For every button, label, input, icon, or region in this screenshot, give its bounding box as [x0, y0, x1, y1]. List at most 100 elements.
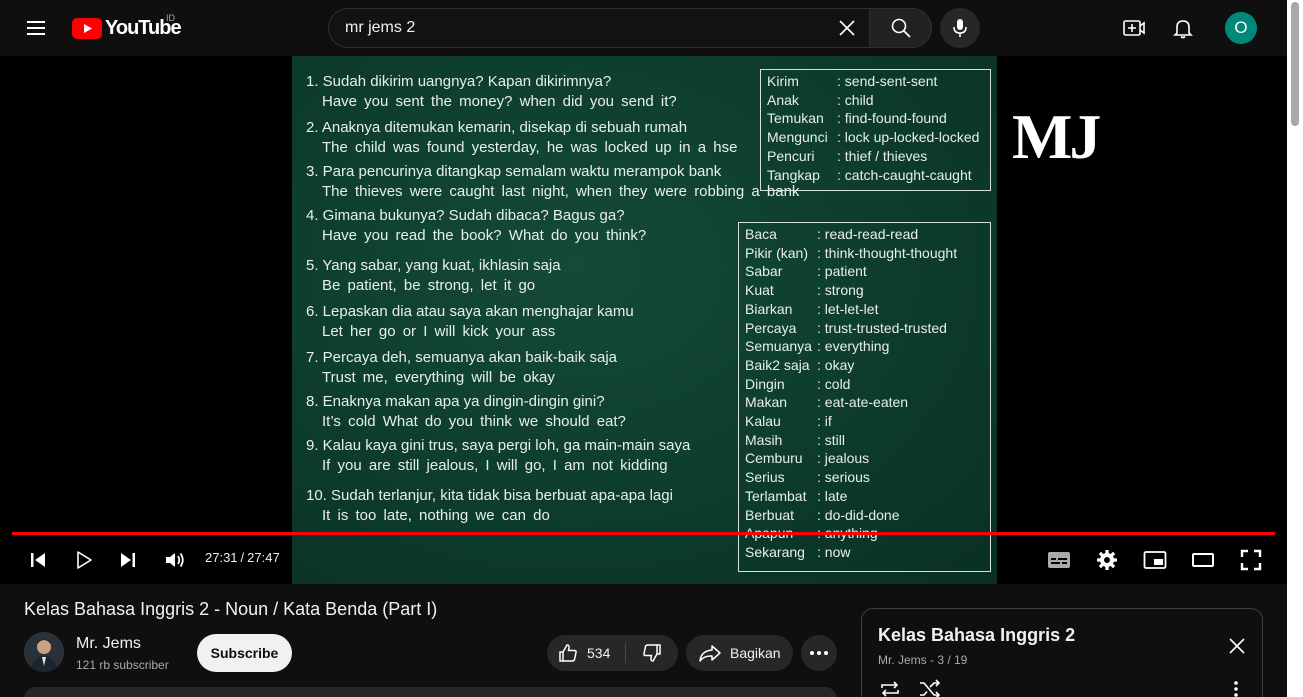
share-label: Bagikan	[730, 645, 781, 661]
miniplayer-icon	[1143, 551, 1167, 569]
sentence-english: If you are still jealous, I will go, I a…	[322, 457, 668, 474]
menu-button[interactable]	[16, 8, 56, 48]
menu-icon	[27, 21, 45, 35]
vocab-meaning: : if	[817, 413, 832, 430]
vocab-row: Baca: read-read-read	[745, 225, 984, 244]
vocab-word: Baca	[745, 226, 777, 242]
bell-icon	[1173, 20, 1193, 39]
vocab-meaning: : think-thought-thought	[817, 244, 958, 261]
sentence-indonesian: 5. Yang sabar, yang kuat, ikhlasin saja	[306, 257, 561, 274]
subtitles-button[interactable]	[1044, 540, 1074, 580]
sentence-english: The child was found yesterday, he was lo…	[322, 139, 738, 156]
settings-button[interactable]	[1092, 540, 1122, 580]
sentence-item: 9. Kalau kaya gini trus, saya pergi loh,…	[306, 436, 756, 476]
mic-icon	[953, 19, 967, 37]
vocab-row: Cemburu: jealous	[745, 449, 984, 468]
playlist-shuffle-button[interactable]	[916, 675, 944, 697]
playlist-more-button[interactable]	[1224, 675, 1248, 697]
miniplayer-button[interactable]	[1140, 540, 1170, 580]
share-button[interactable]: Bagikan	[686, 635, 793, 671]
account-avatar[interactable]: O	[1225, 12, 1257, 44]
previous-button[interactable]	[24, 540, 52, 580]
sentence-english: Have you sent the money? when did you se…	[322, 93, 677, 110]
search-button[interactable]	[869, 8, 932, 48]
time-separator: /	[240, 550, 245, 565]
like-button[interactable]: 534	[547, 635, 625, 671]
vocab-meaning: : thief / thieves	[837, 147, 928, 164]
vocab-row: Pencuri: thief / thieves	[767, 147, 984, 166]
theater-mode-button[interactable]	[1188, 540, 1218, 580]
video-player[interactable]: 1. Sudah dikirim uangnya? Kapan dikirimn…	[0, 56, 1287, 584]
vocab-row: Sabar: patient	[745, 262, 984, 281]
create-button[interactable]	[1114, 8, 1154, 48]
vocab-box-1: Kirim: send-sent-sent Anak: child Temukan:…	[760, 69, 991, 191]
sentence-item: 1. Sudah dikirim uangnya? Kapan dikirimn…	[306, 72, 756, 112]
vocab-row: Tangkap: catch-caught-caught	[767, 166, 984, 185]
subscribe-button[interactable]: Subscribe	[197, 634, 292, 672]
voice-search-button[interactable]	[940, 8, 980, 48]
vocab-word: Serius	[745, 469, 785, 486]
vocab-row: Pikir (kan) : think-thought-thought	[745, 244, 984, 263]
create-icon	[1123, 20, 1145, 36]
vocab-word: Biarkan	[745, 300, 793, 317]
vocab-meaning: : cold	[817, 375, 851, 392]
page-scrollbar[interactable]	[1287, 0, 1303, 697]
search-input[interactable]	[345, 9, 825, 47]
sentence-english: Let her go or I will kick your ass	[322, 323, 556, 340]
theater-icon	[1192, 553, 1214, 567]
vocab-word: Percaya	[745, 319, 797, 336]
clear-search-button[interactable]	[827, 9, 867, 47]
vocab-row: Kirim: send-sent-sent	[767, 72, 984, 91]
volume-button[interactable]	[160, 540, 190, 580]
playlist-close-button[interactable]	[1222, 631, 1252, 661]
channel-avatar-image	[24, 632, 64, 672]
more-horizontal-icon	[810, 651, 828, 655]
more-vertical-icon	[1234, 681, 1238, 697]
search-box	[328, 8, 869, 48]
vocab-word: Pikir (kan)	[745, 244, 809, 261]
playlist-title[interactable]: Kelas Bahasa Inggris 2	[878, 625, 1075, 646]
next-button[interactable]	[114, 540, 142, 580]
search-icon	[891, 18, 911, 38]
sentence-indonesian: 6. Lepaskan dia atau saya akan menghajar…	[306, 303, 634, 320]
vocab-word: Kalau	[745, 413, 781, 430]
vocab-meaning: : lock up-locked-locked	[837, 129, 980, 146]
description-box[interactable]	[24, 687, 837, 697]
channel-name[interactable]: Mr. Jems	[76, 635, 141, 653]
vocab-meaning: : jealous	[817, 450, 870, 467]
play-button[interactable]	[70, 540, 98, 580]
vocab-meaning: : everything	[817, 338, 890, 355]
vocab-meaning: : okay	[817, 356, 855, 373]
progress-bar[interactable]	[12, 532, 1275, 535]
vocab-meaning: : let-let-let	[817, 300, 879, 317]
playlist-loop-button[interactable]	[876, 675, 904, 697]
fullscreen-button[interactable]	[1236, 540, 1266, 580]
time-display: 27:31/27:47	[205, 550, 280, 565]
like-dislike-group: 534	[547, 635, 678, 671]
vocab-row: Percaya: trust-trusted-trusted	[745, 319, 984, 338]
vocab-row: Dingin: cold	[745, 375, 984, 394]
sentence-item: 8. Enaknya makan apa ya dingin-dingin gi…	[306, 392, 756, 432]
like-count: 534	[587, 645, 611, 661]
scrollbar-thumb[interactable]	[1291, 2, 1299, 126]
vocab-row: Temukan: find-found-found	[767, 109, 984, 128]
youtube-logo[interactable]: YouTube	[72, 15, 182, 41]
sentence-indonesian: 4. Gimana bukunya? Sudah dibaca? Bagus g…	[306, 207, 625, 224]
more-actions-button[interactable]	[801, 635, 837, 671]
sentence-english: Trust me, everything will be okay	[322, 369, 555, 386]
video-title: Kelas Bahasa Inggris 2 - Noun / Kata Ben…	[24, 599, 438, 619]
vocab-meaning: : find-found-found	[837, 110, 947, 127]
channel-avatar[interactable]	[24, 632, 64, 672]
vocab-word: Mengunci	[767, 129, 828, 146]
vocab-row: Baik2 saja: okay	[745, 356, 984, 375]
sentence-item: 3. Para pencurinya ditangkap semalam wak…	[306, 162, 799, 202]
vocab-word: Sabar	[745, 263, 783, 280]
dislike-button[interactable]	[626, 635, 678, 671]
sentence-indonesian: 7. Percaya deh, semuanya akan baik-baik …	[306, 349, 618, 366]
vocab-row: Masih: still	[745, 431, 984, 450]
vocab-row: Berbuat: do-did-done	[745, 506, 984, 525]
youtube-logo-icon	[72, 17, 102, 39]
settings-icon	[1097, 550, 1117, 570]
vocab-meaning: : serious	[817, 469, 870, 486]
notifications-button[interactable]	[1163, 8, 1203, 48]
